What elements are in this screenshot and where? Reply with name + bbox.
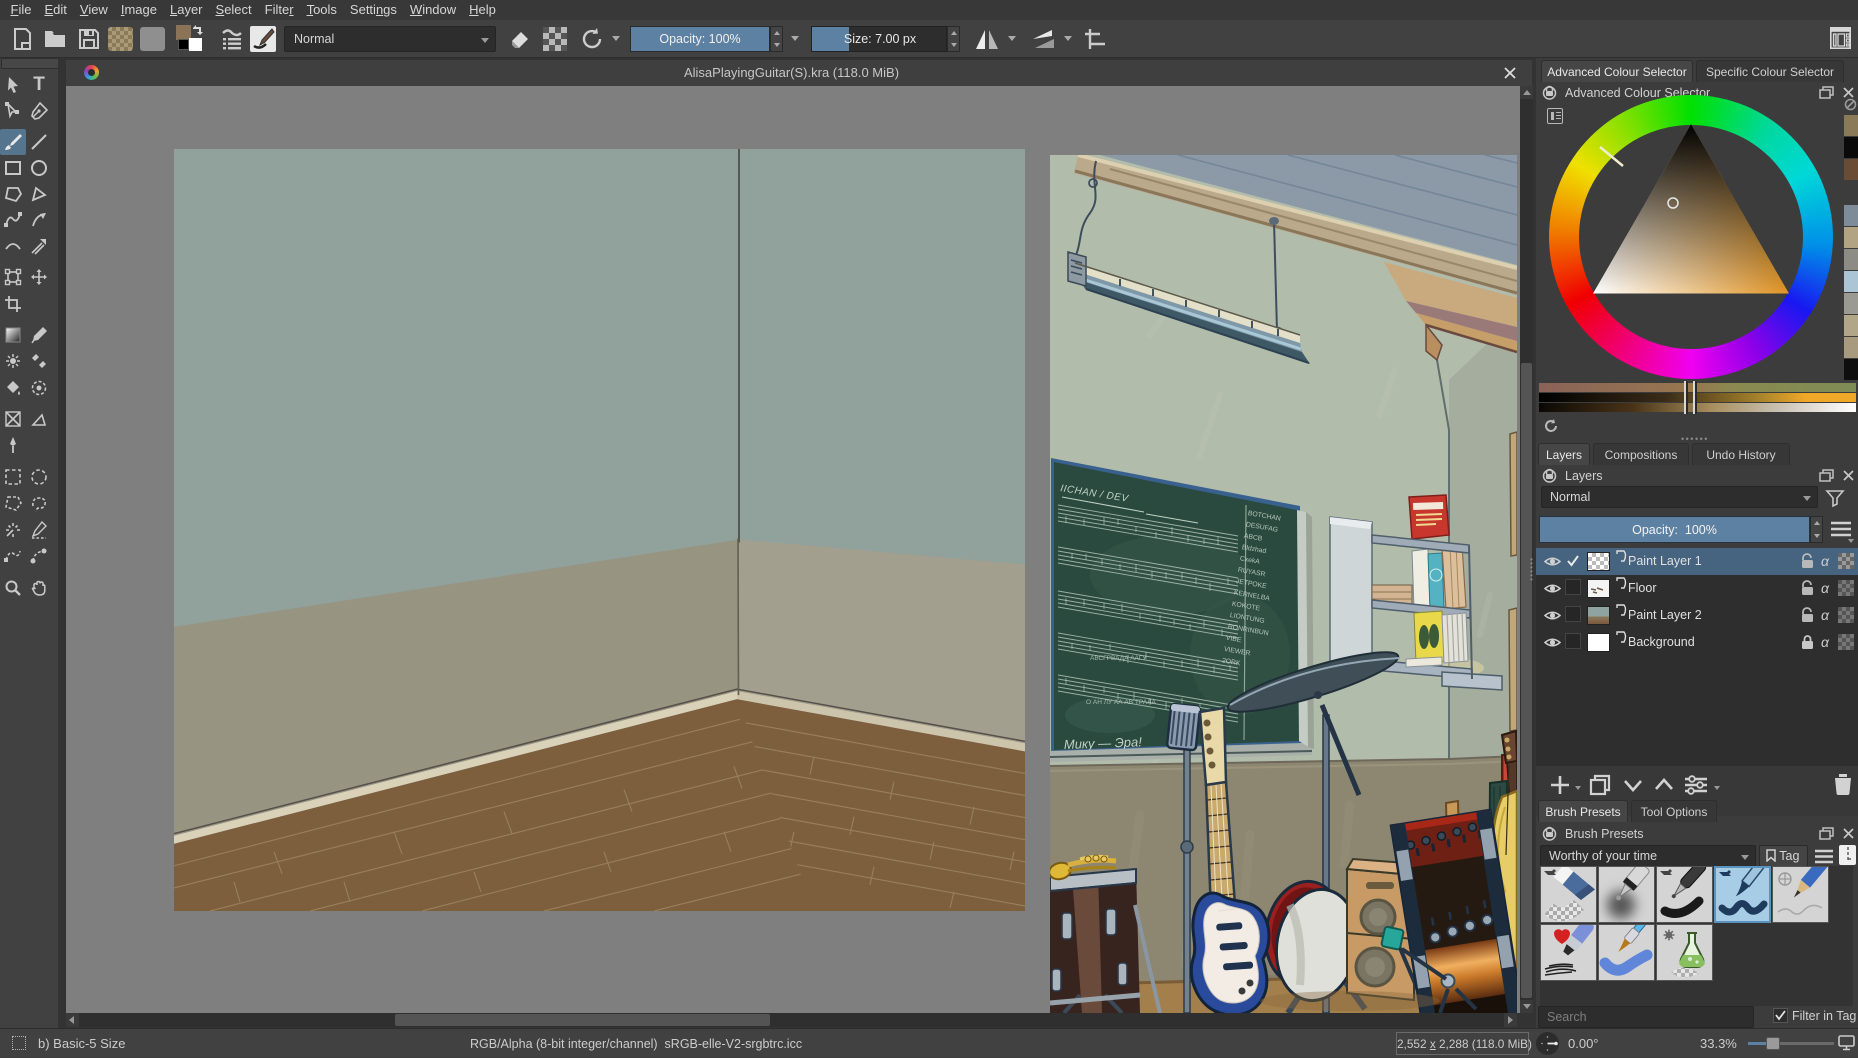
svg-text:О АН ЛУ АА АВ ТРАЛА: О АН ЛУ АА АВ ТРАЛА [1086, 699, 1156, 706]
svg-text:АВСГРВАДА ААГУ: АВСГРВАДА ААГУ [1090, 655, 1147, 662]
